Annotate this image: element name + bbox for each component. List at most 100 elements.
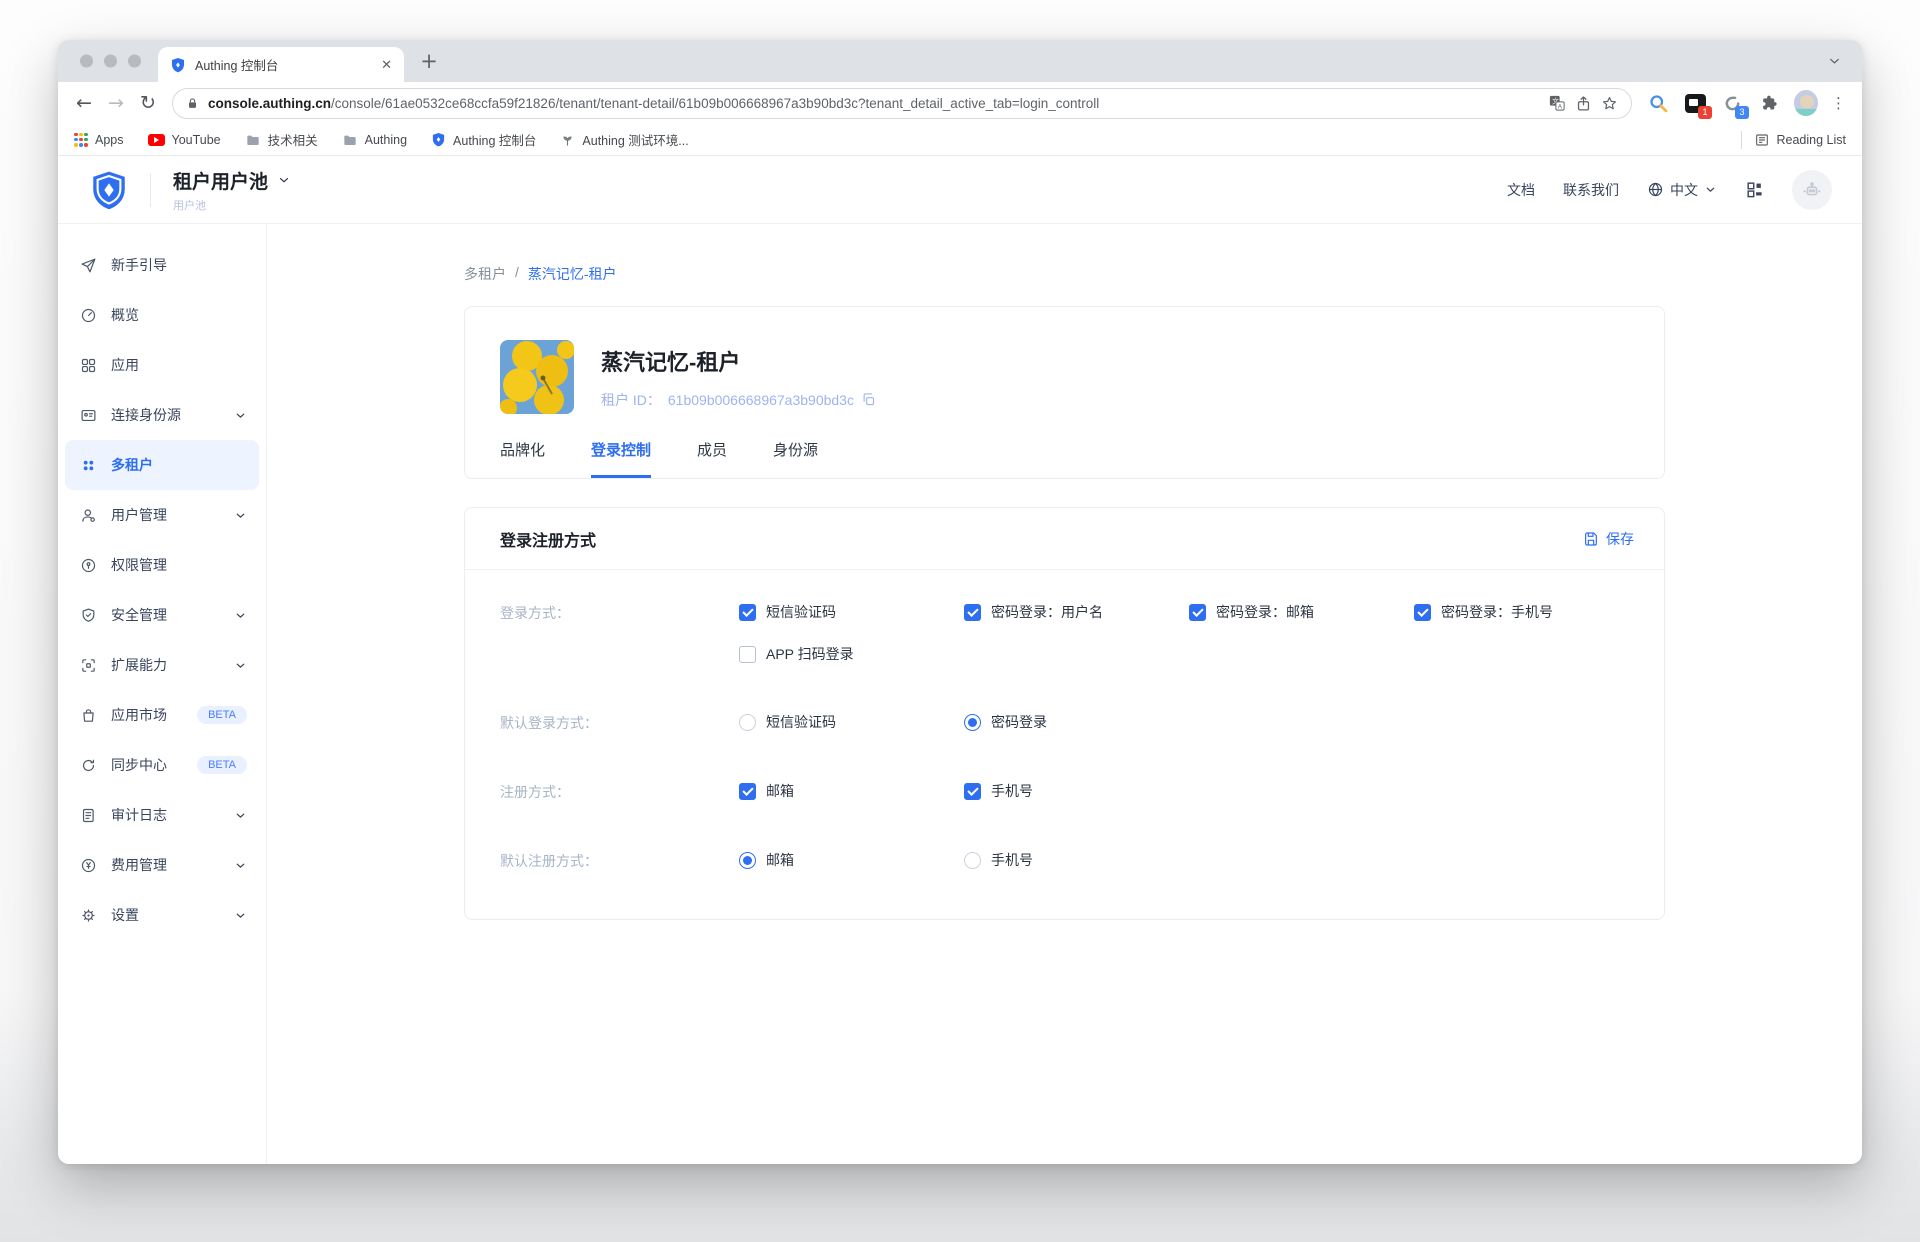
user-avatar[interactable] bbox=[1792, 170, 1832, 210]
radio-option[interactable]: 邮箱 bbox=[739, 850, 964, 870]
sidebar-item-label: 新手引导 bbox=[111, 255, 167, 275]
checkbox[interactable] bbox=[1414, 604, 1431, 621]
checkbox[interactable] bbox=[964, 783, 981, 800]
checkbox-option[interactable]: 邮箱 bbox=[739, 781, 964, 801]
window-controls[interactable] bbox=[80, 55, 141, 68]
radio[interactable] bbox=[964, 852, 981, 869]
bookmark-authing-test[interactable]: Authing 测试环境... bbox=[560, 130, 688, 149]
share-icon[interactable] bbox=[1575, 95, 1592, 112]
checkbox[interactable] bbox=[739, 604, 756, 621]
breadcrumb-parent[interactable]: 多租户 bbox=[464, 264, 506, 284]
back-button[interactable]: ← bbox=[68, 87, 100, 119]
checkbox[interactable] bbox=[739, 783, 756, 800]
frame-corners-icon bbox=[80, 657, 97, 674]
bookmark-folder-tech[interactable]: 技术相关 bbox=[245, 130, 318, 149]
checkbox-option[interactable]: 密码登录：用户名 bbox=[964, 602, 1189, 622]
docs-link[interactable]: 文档 bbox=[1507, 180, 1535, 200]
bookmark-folder-authing[interactable]: Authing bbox=[342, 132, 407, 148]
tab-close-icon[interactable]: ✕ bbox=[381, 57, 392, 73]
tab-login-control[interactable]: 登录控制 bbox=[591, 439, 651, 478]
checkbox-option[interactable]: APP 扫码登录 bbox=[739, 644, 964, 664]
radio-option[interactable]: 手机号 bbox=[964, 850, 1189, 870]
checkbox-option[interactable]: 密码登录：邮箱 bbox=[1189, 602, 1414, 622]
radio[interactable] bbox=[964, 714, 981, 731]
extensions-puzzle-icon[interactable] bbox=[1757, 91, 1781, 115]
userpool-switcher[interactable]: 租户用户池 用户池 bbox=[173, 167, 291, 213]
sidebar-item-sync-center[interactable]: 同步中心 BETA bbox=[65, 740, 259, 790]
reading-list-label: Reading List bbox=[1777, 133, 1847, 147]
address-bar[interactable]: console.authing.cn/console/61ae0532ce68c… bbox=[172, 88, 1632, 119]
search-extension-icon[interactable] bbox=[1646, 91, 1670, 115]
checkbox-option[interactable]: 密码登录：手机号 bbox=[1414, 602, 1639, 622]
tab-identity-sources[interactable]: 身份源 bbox=[773, 439, 818, 478]
folder-icon bbox=[342, 132, 358, 148]
option-label: 密码登录：邮箱 bbox=[1216, 602, 1314, 622]
translate-icon[interactable]: 文A bbox=[1548, 94, 1566, 112]
bookmark-authing-console[interactable]: Authing 控制台 bbox=[431, 130, 536, 149]
radio-option[interactable]: 密码登录 bbox=[964, 712, 1189, 732]
sidebar-item-overview[interactable]: 概览 bbox=[65, 290, 259, 340]
sidebar-item-security[interactable]: 安全管理 bbox=[65, 590, 259, 640]
tab-members[interactable]: 成员 bbox=[697, 439, 727, 478]
close-window-button[interactable] bbox=[80, 55, 93, 68]
radio-option[interactable]: 短信验证码 bbox=[739, 712, 964, 732]
notification-extension-icon[interactable]: 1 bbox=[1683, 91, 1707, 115]
chrome-menu-icon[interactable]: ⋮ bbox=[1831, 96, 1846, 111]
checkbox[interactable] bbox=[739, 646, 756, 663]
sync-extension-icon[interactable]: 3 bbox=[1720, 91, 1744, 115]
sidebar-item-billing[interactable]: 费用管理 bbox=[65, 840, 259, 890]
radio[interactable] bbox=[739, 852, 756, 869]
save-label: 保存 bbox=[1606, 529, 1634, 549]
four-dots-icon bbox=[80, 457, 97, 474]
copy-icon[interactable] bbox=[861, 392, 876, 407]
chevron-down-icon bbox=[234, 909, 247, 922]
sidebar-item-permissions[interactable]: 权限管理 bbox=[65, 540, 259, 590]
sidebar-item-identity-sources[interactable]: 连接身份源 bbox=[65, 390, 259, 440]
tab-strip: Authing 控制台 ✕ + bbox=[58, 40, 1862, 82]
paper-plane-icon bbox=[80, 257, 97, 274]
extensions-area: 1 3 ⋮ bbox=[1640, 91, 1852, 115]
tab-search-chevron-icon[interactable] bbox=[1827, 54, 1842, 69]
bookmark-star-icon[interactable] bbox=[1601, 95, 1618, 112]
forward-button[interactable]: → bbox=[100, 87, 132, 119]
sidebar-item-applications[interactable]: 应用 bbox=[65, 340, 259, 390]
sidebar-item-label: 扩展能力 bbox=[111, 655, 167, 675]
minimize-window-button[interactable] bbox=[104, 55, 117, 68]
checkbox[interactable] bbox=[1189, 604, 1206, 621]
browser-tab[interactable]: Authing 控制台 ✕ bbox=[158, 47, 404, 82]
checkbox-option[interactable]: 短信验证码 bbox=[739, 602, 964, 622]
language-selector[interactable]: 中文 bbox=[1647, 180, 1717, 200]
checkbox-option[interactable]: 手机号 bbox=[964, 781, 1189, 801]
option-label: 密码登录：手机号 bbox=[1441, 602, 1553, 622]
new-tab-button[interactable]: + bbox=[414, 46, 444, 76]
bookmark-youtube[interactable]: YouTube bbox=[148, 133, 221, 147]
bookmark-apps[interactable]: Apps bbox=[74, 133, 124, 147]
tab-branding[interactable]: 品牌化 bbox=[500, 439, 545, 478]
radio[interactable] bbox=[739, 714, 756, 731]
url-path: /console/61ae0532ce68ccfa59f21826/tenant… bbox=[331, 96, 1099, 111]
sidebar-item-extensions[interactable]: 扩展能力 bbox=[65, 640, 259, 690]
sidebar-item-onboarding[interactable]: 新手引导 bbox=[65, 240, 259, 290]
checkbox[interactable] bbox=[964, 604, 981, 621]
sidebar-item-multi-tenant[interactable]: 多租户 bbox=[65, 440, 259, 490]
sidebar-item-user-management[interactable]: 用户管理 bbox=[65, 490, 259, 540]
breadcrumb-current: 蒸汽记忆-租户 bbox=[528, 264, 617, 284]
sidebar-item-label: 应用 bbox=[111, 355, 139, 375]
sidebar-item-app-market[interactable]: 应用市场 BETA bbox=[65, 690, 259, 740]
bookmarks-bar: Apps YouTube 技术相关 Authing Authing 控制台 Au… bbox=[58, 124, 1862, 156]
profile-avatar[interactable] bbox=[1794, 91, 1818, 115]
authing-logo[interactable] bbox=[88, 169, 130, 211]
document-icon bbox=[80, 807, 97, 824]
apps-qr-icon[interactable] bbox=[1745, 180, 1764, 199]
url-text: console.authing.cn/console/61ae0532ce68c… bbox=[208, 96, 1539, 111]
sidebar-item-label: 安全管理 bbox=[111, 605, 167, 625]
reading-list-button[interactable]: Reading List bbox=[1754, 132, 1847, 148]
sidebar-item-audit-logs[interactable]: 审计日志 bbox=[65, 790, 259, 840]
save-button[interactable]: 保存 bbox=[1583, 529, 1634, 549]
contact-link[interactable]: 联系我们 bbox=[1563, 180, 1619, 200]
bookmark-label: YouTube bbox=[172, 133, 221, 147]
sidebar-item-settings[interactable]: 设置 bbox=[65, 890, 259, 940]
maximize-window-button[interactable] bbox=[128, 55, 141, 68]
reload-button[interactable]: ↻ bbox=[132, 87, 164, 119]
sidebar-item-label: 概览 bbox=[111, 305, 139, 325]
